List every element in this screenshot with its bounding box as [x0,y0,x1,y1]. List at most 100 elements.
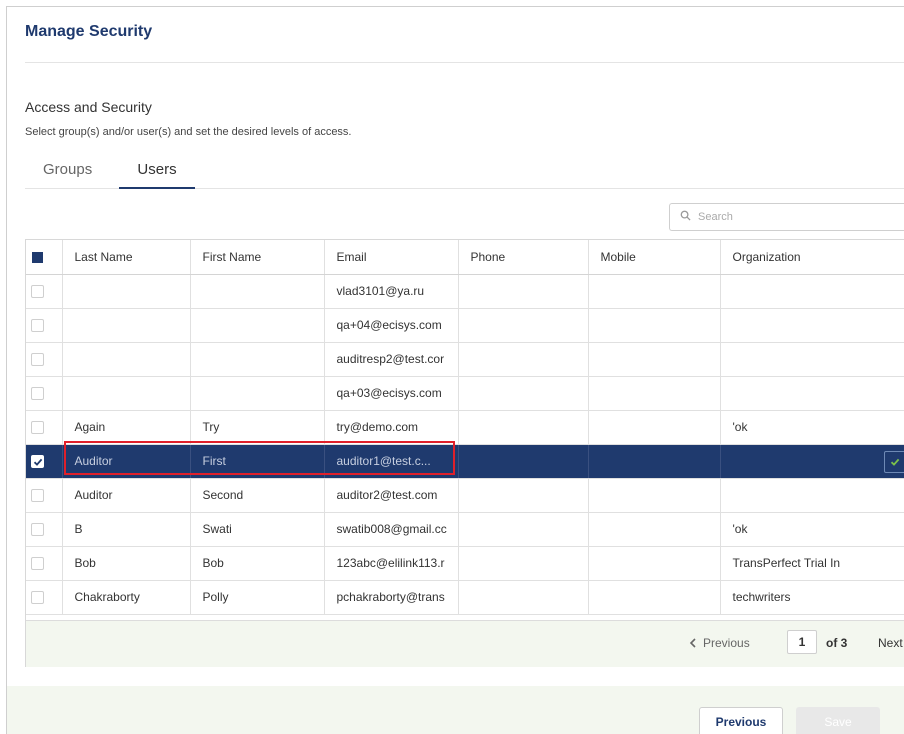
cell-organization: techwriters [720,580,904,615]
cell-organization [720,444,904,479]
chevron-left-icon [689,638,696,648]
cell-phone [458,274,589,309]
cell-phone [458,546,589,581]
column-header-email[interactable]: Email [324,240,459,275]
table-row[interactable]: Again Try try@demo.com 'ok [26,410,904,445]
cell-last-name [62,308,191,343]
row-checkbox[interactable] [31,591,44,605]
row-checkbox-checked[interactable] [31,455,44,469]
column-header-mobile[interactable]: Mobile [588,240,721,275]
table-row[interactable]: B Swati swatib008@gmail.cc 'ok [26,512,904,547]
confirm-check-button[interactable] [884,450,904,473]
row-checkbox[interactable] [31,387,44,401]
cell-last-name: Bob [62,546,191,581]
save-button[interactable]: Save [796,707,880,734]
cell-phone [458,410,589,445]
cell-email: qa+04@ecisys.com [324,308,459,343]
cell-mobile [588,274,721,309]
cell-last-name [62,342,191,377]
cell-mobile [588,580,721,615]
tab-bar: Groups Users [25,157,904,189]
cell-first-name: Bob [190,546,325,581]
search-input[interactable] [698,211,898,223]
previous-button[interactable]: Previous [699,707,783,734]
title-divider [25,62,904,63]
row-checkbox[interactable] [31,489,44,503]
row-checkbox[interactable] [31,285,44,299]
cell-phone [458,376,589,411]
tab-groups[interactable]: Groups [43,161,92,178]
cell-last-name: Auditor [62,444,191,479]
table-row[interactable]: vlad3101@ya.ru [26,274,904,309]
search-box[interactable] [669,203,904,231]
cell-first-name [190,342,325,377]
section-description: Select group(s) and/or user(s) and set t… [25,126,352,138]
cell-mobile [588,376,721,411]
cell-last-name: B [62,512,191,547]
column-header-first-name[interactable]: First Name [190,240,325,275]
page-title: Manage Security [25,23,153,40]
tab-users[interactable]: Users [119,161,195,189]
check-icon [890,458,900,466]
table-header-row: Last Name First Name Email Phone Mobile … [26,240,904,275]
cell-first-name: Second [190,478,325,513]
cell-phone [458,342,589,377]
cell-mobile [588,478,721,513]
column-header-phone[interactable]: Phone [458,240,589,275]
cell-mobile [588,342,721,377]
row-checkbox[interactable] [31,557,44,571]
cell-mobile [588,546,721,581]
row-checkbox[interactable] [31,353,44,367]
column-header-organization[interactable]: Organization [720,240,904,275]
cell-organization [720,274,904,309]
cell-phone [458,580,589,615]
cell-mobile [588,512,721,547]
cell-email: pchakraborty@trans [324,580,459,615]
cell-last-name: Chakraborty [62,580,191,615]
cell-organization [720,478,904,513]
column-header-last-name[interactable]: Last Name [62,240,191,275]
cell-phone [458,308,589,343]
table-row[interactable]: Chakraborty Polly pchakraborty@trans tec… [26,580,904,615]
row-checkbox[interactable] [31,523,44,537]
cell-first-name: Try [190,410,325,445]
page-count: of 3 [826,636,848,650]
users-table: Last Name First Name Email Phone Mobile … [26,240,904,615]
row-checkbox[interactable] [31,421,44,435]
cell-organization [720,376,904,411]
checkmark-icon [33,458,42,466]
cell-organization: TransPerfect Trial In [720,546,904,581]
cell-organization [720,342,904,377]
cell-email: vlad3101@ya.ru [324,274,459,309]
pager-next-link[interactable]: Next [878,636,903,650]
select-all-checkbox[interactable] [32,252,43,264]
select-all-cell[interactable] [26,240,63,275]
table-row[interactable]: Auditor Second auditor2@test.com [26,478,904,513]
table-row[interactable]: qa+04@ecisys.com [26,308,904,343]
cell-phone [458,512,589,547]
table-row[interactable]: auditresp2@test.cor [26,342,904,377]
cell-organization: 'ok [720,410,904,445]
cell-email: swatib008@gmail.cc [324,512,459,547]
table-row[interactable]: qa+03@ecisys.com [26,376,904,411]
cell-last-name [62,274,191,309]
cell-first-name [190,376,325,411]
section-title: Access and Security [25,99,152,115]
search-icon [680,208,691,226]
cell-mobile [588,308,721,343]
table-row-selected[interactable]: Auditor First auditor1@test.c... [26,444,904,479]
pager-previous-link[interactable]: Previous [689,636,750,650]
cell-email: qa+03@ecisys.com [324,376,459,411]
row-checkbox[interactable] [31,319,44,333]
cell-first-name: Swati [190,512,325,547]
cell-organization [720,308,904,343]
footer-bar: Previous Save [7,686,904,734]
cell-email: auditresp2@test.cor [324,342,459,377]
cell-mobile [588,444,721,479]
cell-email: 123abc@elilink113.r [324,546,459,581]
table-row[interactable]: Bob Bob 123abc@elilink113.r TransPerfect… [26,546,904,581]
cell-email: auditor1@test.c... [324,444,459,479]
users-grid: Last Name First Name Email Phone Mobile … [25,239,904,667]
cell-email: try@demo.com [324,410,459,445]
page-number-input[interactable]: 1 [787,630,817,654]
